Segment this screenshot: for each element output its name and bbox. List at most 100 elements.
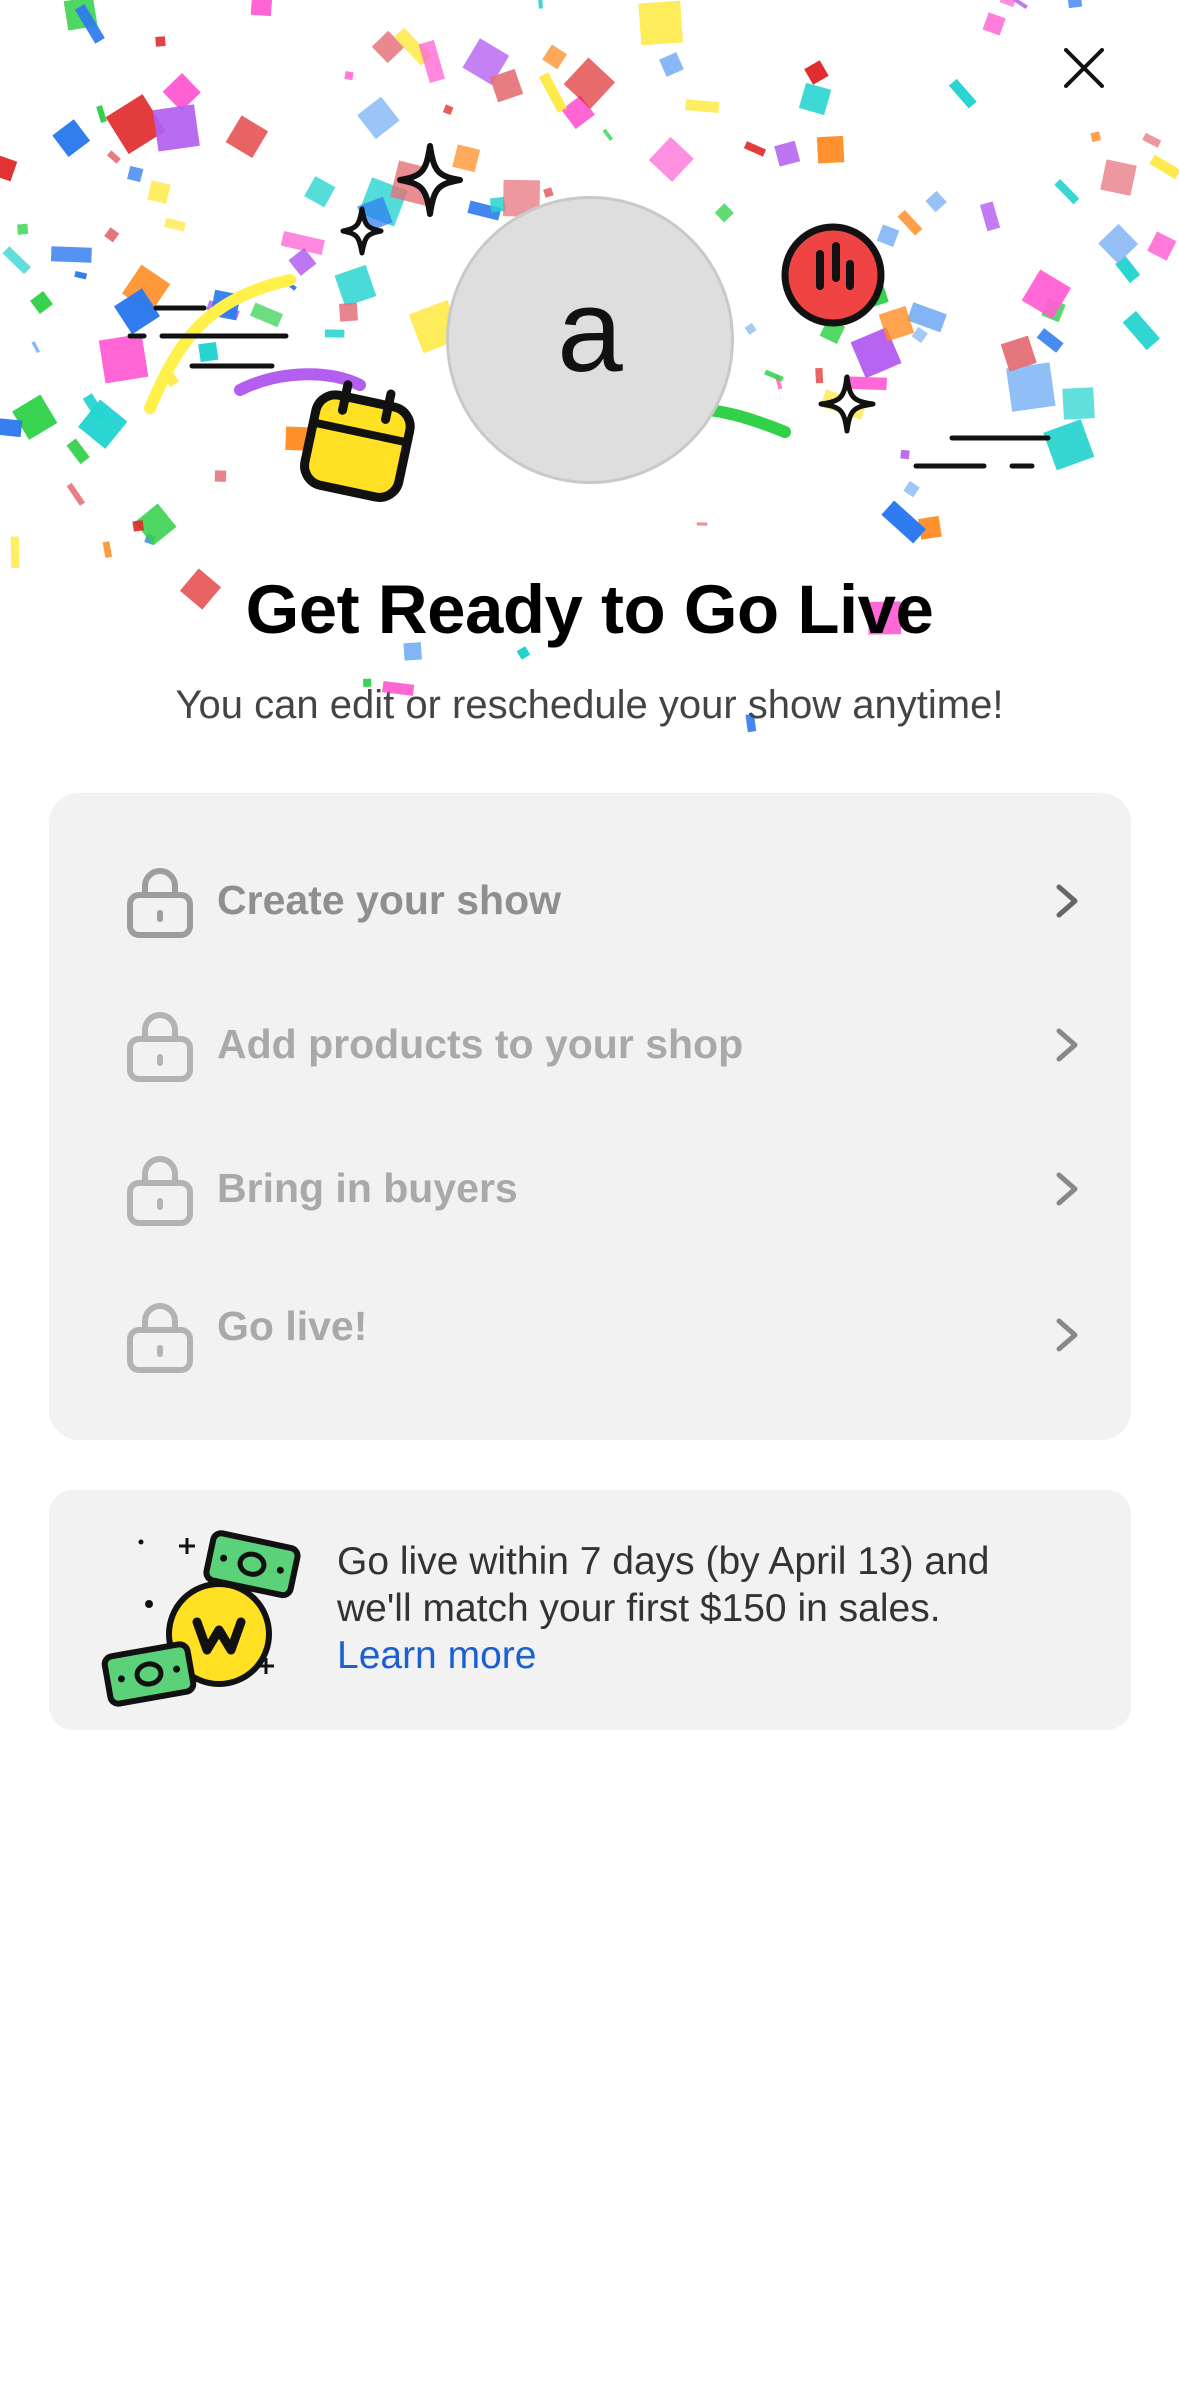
confetti-piece xyxy=(144,533,156,545)
sparkle-icon xyxy=(818,374,876,434)
learn-more-link[interactable]: Learn more xyxy=(337,1634,536,1677)
confetti-piece xyxy=(903,480,920,498)
confetti-piece xyxy=(948,78,977,109)
confetti-piece xyxy=(371,30,405,64)
confetti-piece xyxy=(96,105,107,123)
confetti-piece xyxy=(897,210,923,236)
close-button[interactable] xyxy=(1052,36,1116,100)
confetti-piece xyxy=(881,500,927,544)
confetti-piece xyxy=(804,60,829,85)
lock-icon xyxy=(127,868,193,938)
confetti-piece xyxy=(1067,0,1083,9)
confetti-piece xyxy=(214,470,227,482)
confetti-piece xyxy=(334,264,377,307)
confetti-piece xyxy=(925,190,947,213)
confetti-piece xyxy=(10,536,20,569)
confetti-piece xyxy=(284,279,297,291)
confetti-piece xyxy=(132,520,144,532)
confetti-piece xyxy=(638,0,684,46)
confetti-piece xyxy=(1006,362,1056,412)
confetti-piece xyxy=(164,372,179,388)
step-label: Create your show xyxy=(217,877,562,923)
step-add-products[interactable]: Add products to your shop xyxy=(49,985,1131,1105)
confetti-piece xyxy=(12,394,58,440)
sparkle-icon xyxy=(340,206,384,256)
confetti-piece xyxy=(0,417,23,438)
confetti-piece xyxy=(162,73,201,112)
confetti-piece xyxy=(344,71,354,81)
confetti-piece xyxy=(467,200,502,221)
confetti-piece xyxy=(106,150,121,164)
avatar-letter: a xyxy=(557,265,623,397)
confetti-piece xyxy=(764,369,784,382)
confetti-piece xyxy=(30,291,53,314)
confetti-piece xyxy=(1041,297,1066,323)
confetti-piece xyxy=(225,115,269,158)
confetti-piece xyxy=(250,0,273,17)
confetti-piece xyxy=(1090,131,1102,143)
confetti-piece xyxy=(152,104,200,152)
confetti-piece xyxy=(1013,0,1028,10)
confetti-piece xyxy=(542,44,568,70)
confetti-piece xyxy=(104,227,120,243)
confetti-piece xyxy=(78,399,128,449)
confetti-piece xyxy=(798,82,832,116)
confetti-piece xyxy=(1149,154,1179,180)
confetti-piece xyxy=(911,326,928,344)
confetti-piece xyxy=(442,104,454,115)
avatar: a xyxy=(446,196,734,484)
confetti-piece xyxy=(1147,231,1177,261)
confetti-piece xyxy=(52,119,91,158)
step-label: Add products to your shop xyxy=(217,1021,744,1067)
confetti-piece xyxy=(906,302,947,333)
confetti-piece xyxy=(63,0,98,31)
confetti-piece xyxy=(147,180,171,204)
confetti-piece xyxy=(304,176,336,208)
confetti-piece xyxy=(648,136,694,182)
confetti-piece xyxy=(1100,159,1137,196)
confetti-piece xyxy=(462,38,510,86)
confetti-piece xyxy=(685,99,720,113)
page-title: Get Ready to Go Live xyxy=(245,571,934,648)
confetti-piece xyxy=(696,522,708,526)
confetti-piece xyxy=(164,217,186,232)
confetti-piece xyxy=(393,27,432,66)
calendar-icon xyxy=(300,380,415,502)
promo-card: Go live within 7 days (by April 13) and … xyxy=(49,1490,1131,1730)
speed-lines-icon xyxy=(913,435,1051,469)
confetti-piece xyxy=(979,201,1001,232)
confetti-piece xyxy=(543,187,554,198)
confetti-piece xyxy=(357,96,400,140)
chevron-right-icon xyxy=(1056,1172,1078,1206)
lock-icon xyxy=(127,1012,193,1082)
confetti-piece xyxy=(105,94,166,155)
confetti-piece xyxy=(774,374,783,390)
confetti-piece xyxy=(155,36,166,47)
lock-icon xyxy=(127,1303,193,1373)
confetti-piece xyxy=(561,95,595,130)
confetti-piece xyxy=(102,541,113,558)
step-go-live[interactable]: Go live! xyxy=(49,1267,1131,1387)
confetti-piece xyxy=(1115,256,1141,283)
chevron-right-icon xyxy=(1056,1318,1078,1352)
confetti-piece xyxy=(66,482,85,506)
page-subtitle: You can edit or reschedule your show any… xyxy=(175,683,1004,727)
confetti-piece xyxy=(1000,335,1037,372)
confetti-piece xyxy=(2,246,31,275)
confetti-piece xyxy=(659,52,684,77)
confetti-piece xyxy=(850,327,902,379)
confetti-piece xyxy=(743,141,767,157)
confetti-piece xyxy=(563,57,616,109)
confetti-piece xyxy=(538,0,543,9)
step-create-show[interactable]: Create your show xyxy=(49,841,1131,961)
confetti-piece xyxy=(74,270,88,280)
confetti-piece xyxy=(999,0,1016,8)
step-bring-buyers[interactable]: Bring in buyers xyxy=(49,1129,1131,1249)
chevron-right-icon xyxy=(1056,1028,1078,1062)
confetti-piece xyxy=(280,230,325,255)
confetti-piece xyxy=(17,223,29,235)
confetti-piece xyxy=(774,140,801,167)
confetti-piece xyxy=(489,68,524,103)
confetti-piece xyxy=(66,438,90,465)
confetti-piece xyxy=(1098,223,1139,264)
